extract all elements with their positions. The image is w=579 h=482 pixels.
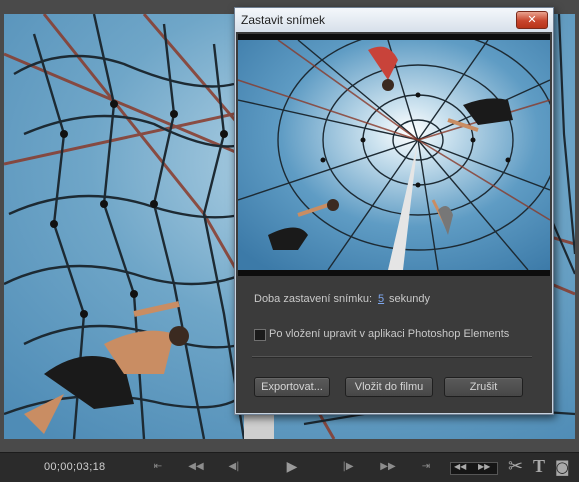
divider: [252, 356, 532, 358]
go-to-end-icon[interactable]: ⇥: [418, 460, 434, 474]
go-to-start-icon[interactable]: ⇤: [150, 460, 166, 474]
edit-in-photoshop-checkbox[interactable]: [254, 329, 266, 341]
frame-preview: [238, 34, 550, 276]
rewind-icon[interactable]: ◀◀: [188, 460, 204, 474]
close-icon: ✕: [527, 13, 537, 26]
zoom-slider[interactable]: ◀◀ ▶▶: [450, 462, 498, 475]
duration-value-field[interactable]: 5: [378, 293, 384, 305]
play-icon[interactable]: ▶: [283, 460, 301, 474]
step-forward-icon[interactable]: |▶: [340, 460, 356, 474]
duration-unit: sekundy: [389, 293, 430, 305]
fast-forward-icon[interactable]: ▶▶: [380, 460, 396, 474]
timecode-display: 00;00;03;18: [44, 461, 106, 473]
dialog-body: Doba zastavení snímku: 5 sekundy Po vlož…: [236, 32, 552, 413]
scissors-icon[interactable]: ✂: [508, 456, 523, 477]
freeze-frame-icon[interactable]: ◙: [555, 458, 570, 476]
cancel-button[interactable]: Zrušit: [444, 377, 523, 397]
transport-bar: 00;00;03;18 ⇤ ◀◀ ◀| ▶ |▶ ▶▶ ⇥ ◀◀ ▶▶ ✂ T ◙: [0, 452, 579, 482]
close-button[interactable]: ✕: [516, 11, 548, 29]
edit-in-photoshop-label[interactable]: Po vložení upravit v aplikaci Photoshop …: [269, 328, 509, 340]
duration-label: Doba zastavení snímku:: [254, 293, 373, 305]
dialog-title: Zastavit snímek: [241, 13, 326, 27]
freeze-frame-dialog: Zastavit snímek ✕ Doba zastavení snímku:…: [234, 7, 554, 415]
insert-into-movie-button[interactable]: Vložit do filmu: [345, 377, 433, 397]
text-icon[interactable]: T: [533, 456, 545, 477]
step-back-icon[interactable]: ◀|: [226, 460, 242, 474]
frame-preview-image: [238, 40, 550, 270]
dialog-titlebar[interactable]: Zastavit snímek ✕: [235, 8, 553, 32]
export-button[interactable]: Exportovat...: [254, 377, 330, 397]
